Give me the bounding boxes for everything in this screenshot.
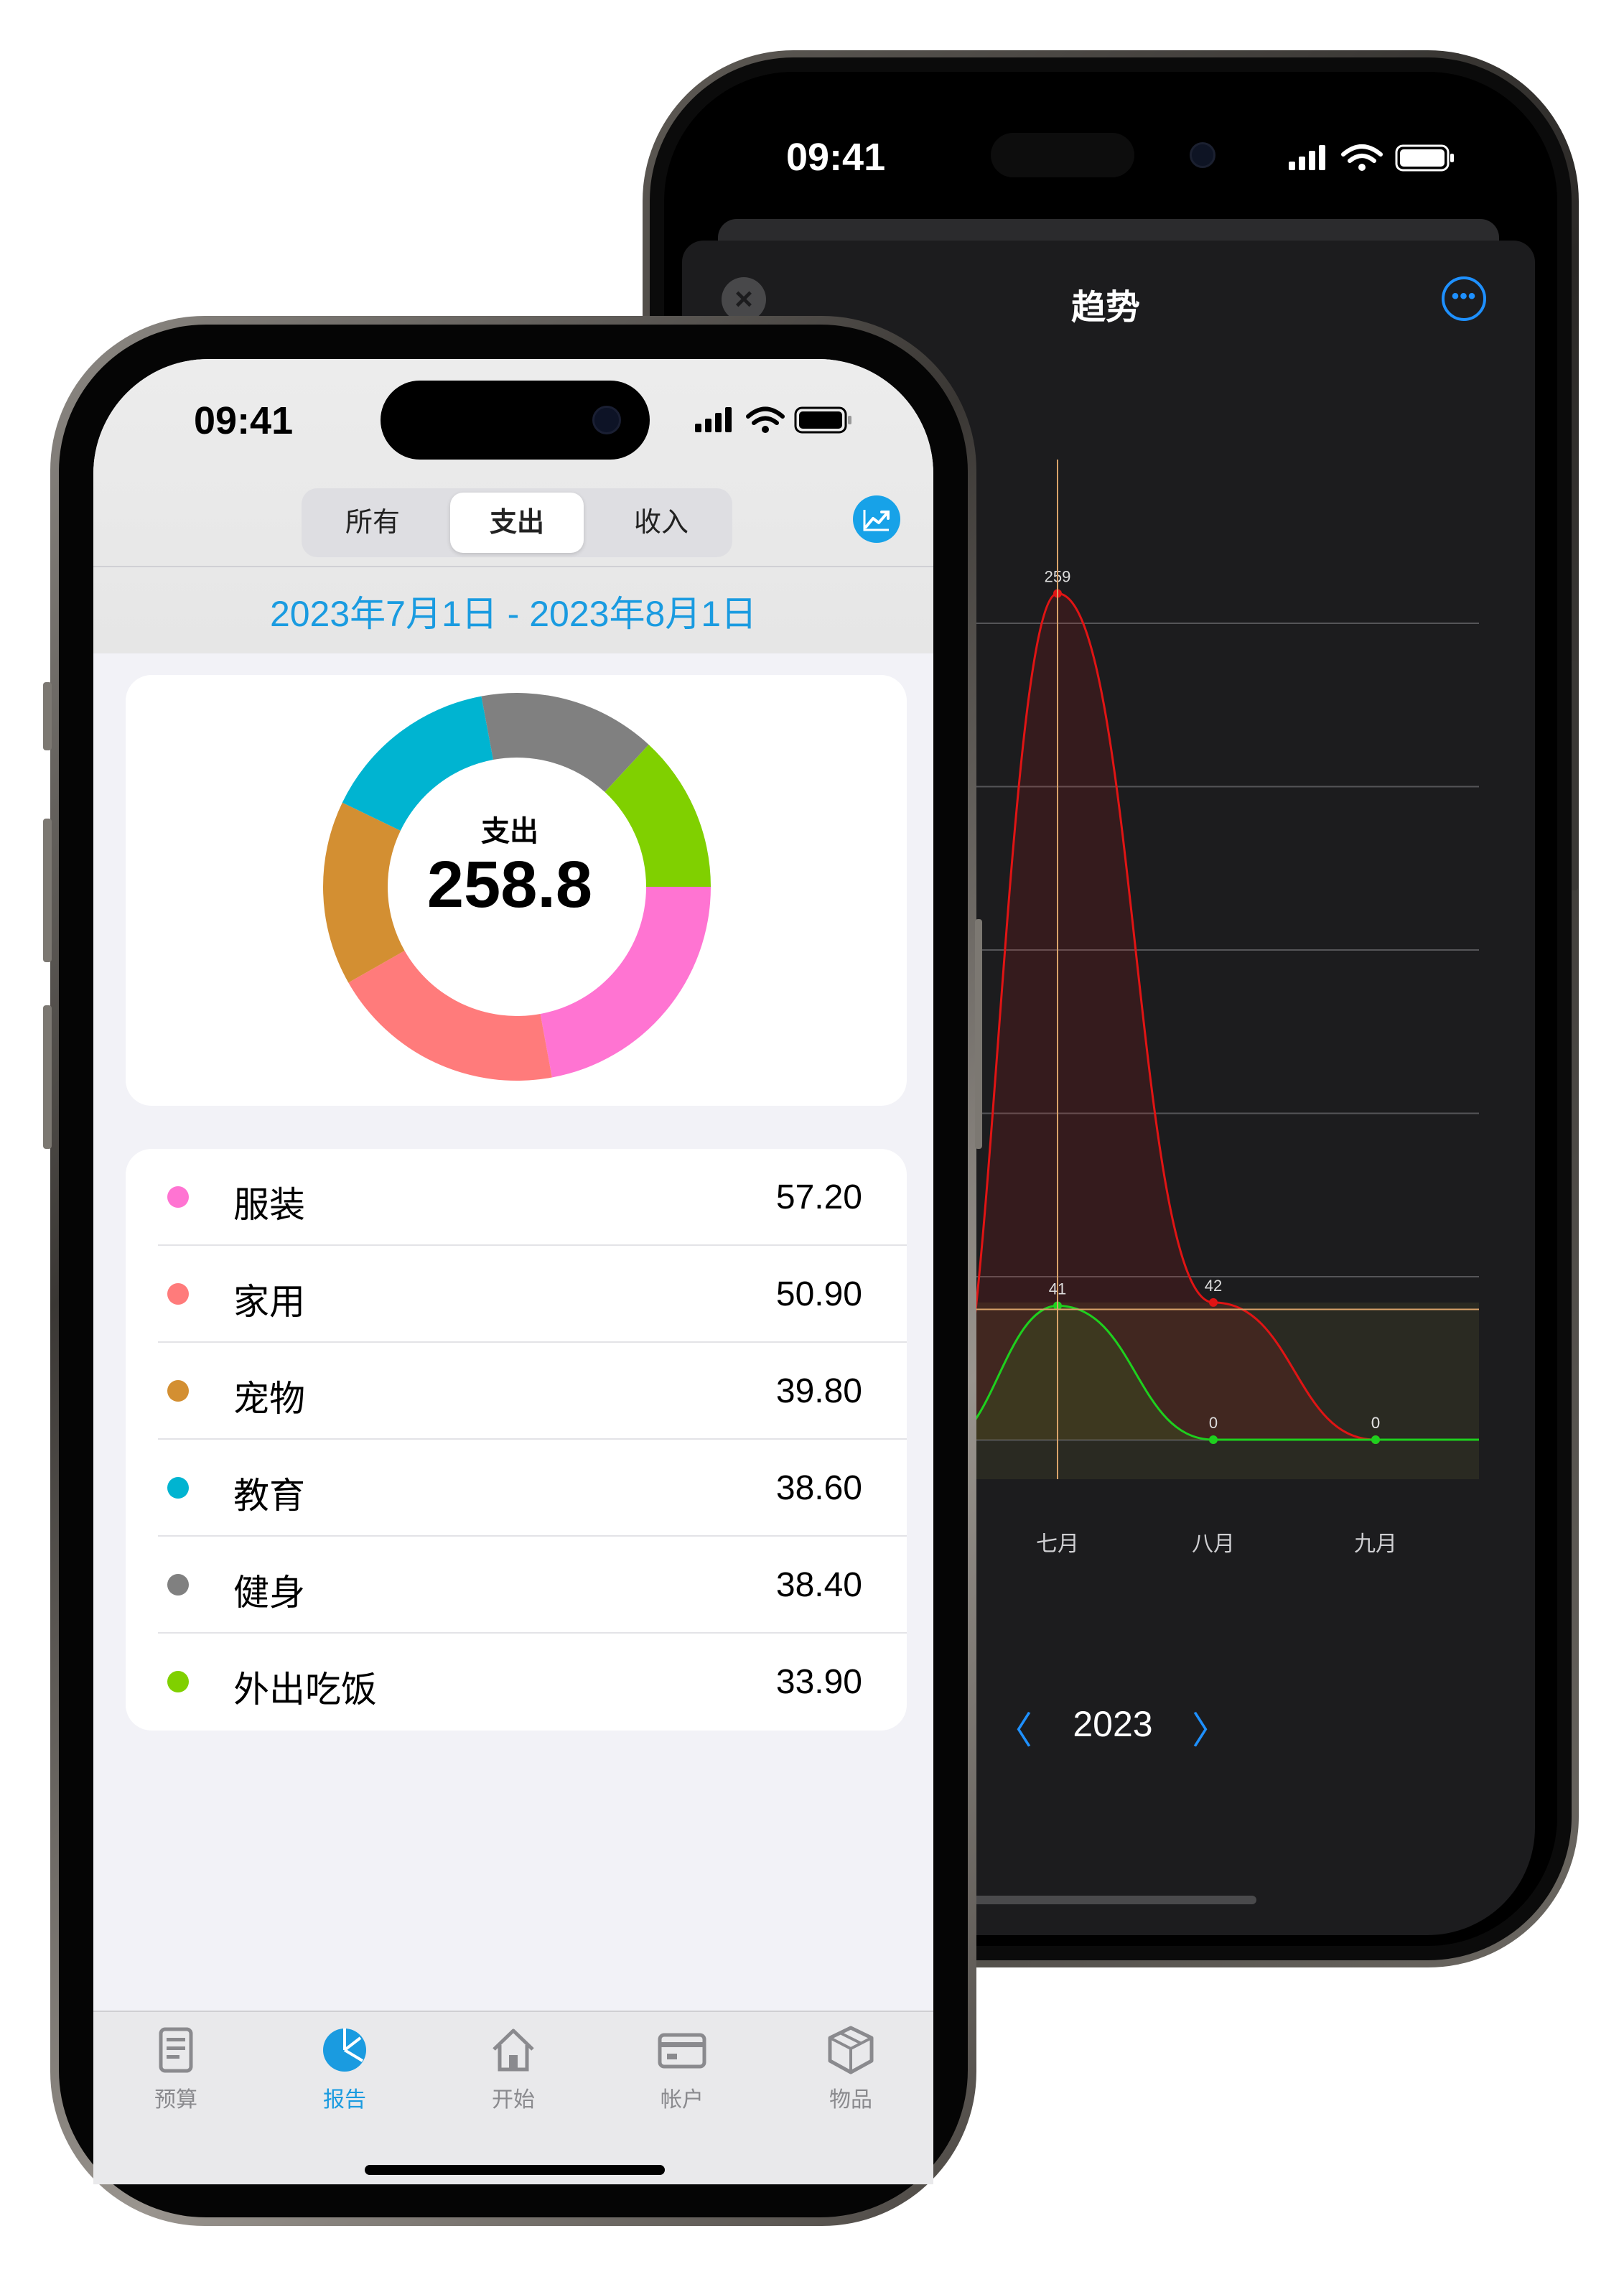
sheet-title: 趋势 — [1070, 289, 1140, 327]
ellipsis-icon: ••• — [1451, 284, 1477, 308]
back-camera — [1190, 142, 1215, 168]
year-label: 2023 — [1073, 1704, 1153, 1744]
category-color-dot — [167, 1380, 189, 1402]
tab-items[interactable]: 物品 — [786, 2025, 915, 2113]
volume-up-button — [43, 819, 52, 962]
action-button — [43, 682, 52, 750]
next-year-button[interactable]: 〉 — [1192, 1700, 1229, 1754]
category-color-dot — [167, 1574, 189, 1596]
tab-budget[interactable]: 预算 — [111, 2025, 241, 2113]
volume-down-button — [43, 1005, 52, 1149]
chevron-right-icon: 〉 — [1192, 1710, 1230, 1752]
category-amount: 39.80 — [775, 1372, 862, 1410]
category-amount: 38.40 — [775, 1566, 862, 1604]
cellular-signal-icon — [695, 407, 732, 432]
segment-income[interactable]: 收入 — [594, 493, 728, 553]
trend-chart-icon — [863, 510, 890, 531]
data-label: 42 — [1205, 1277, 1222, 1295]
card-icon — [658, 2033, 706, 2069]
trend-line-chart: 259420410 0七月 八月 九月 — [976, 460, 1479, 1556]
list-item[interactable]: 宠物 39.80 — [126, 1343, 907, 1440]
list-item[interactable]: 服装 57.20 — [126, 1149, 907, 1246]
category-color-dot — [167, 1477, 189, 1499]
status-time: 09:41 — [194, 399, 294, 442]
data-label: 0 — [1371, 1414, 1380, 1432]
front-camera — [592, 406, 621, 434]
x-tick-label: 九月 — [1354, 1532, 1397, 1556]
tab-home[interactable]: 开始 — [449, 2025, 578, 2113]
donut-center-value: 258.8 — [426, 848, 593, 921]
x-tick-label: 七月 — [1036, 1532, 1079, 1556]
donut-center-label: 支出 — [481, 816, 538, 847]
tab-label: 帐户 — [661, 2088, 704, 2112]
report-pie-icon — [323, 2029, 366, 2072]
wifi-icon — [1341, 144, 1383, 163]
back-home-indicator — [962, 1896, 1256, 1904]
close-button[interactable]: × — [722, 277, 766, 322]
data-label: 0 — [1209, 1414, 1218, 1432]
data-point[interactable] — [1209, 1435, 1218, 1444]
tab-report[interactable]: 报告 — [280, 2025, 409, 2113]
category-amount: 50.90 — [775, 1275, 862, 1313]
back-phone-side-button — [1571, 661, 1578, 890]
tab-label: 预算 — [154, 2088, 197, 2112]
tab-label: 物品 — [829, 2088, 872, 2112]
trend-chart-button[interactable] — [853, 495, 900, 543]
list-item[interactable]: 家用 50.90 — [126, 1246, 907, 1343]
more-options-button[interactable]: ••• — [1442, 276, 1486, 321]
category-color-dot — [167, 1283, 189, 1305]
category-name: 健身 — [233, 1573, 305, 1613]
category-color-dot — [167, 1186, 189, 1208]
list-item[interactable]: 外出吃饭 33.90 — [126, 1634, 907, 1731]
battery-icon — [794, 406, 851, 434]
segment-expense[interactable]: 支出 — [450, 493, 584, 553]
category-amount: 33.90 — [775, 1663, 862, 1701]
category-name: 宠物 — [233, 1379, 305, 1419]
category-color-dot — [167, 1671, 189, 1692]
box-icon — [828, 2026, 874, 2074]
data-point[interactable] — [1209, 1298, 1218, 1307]
category-amount: 57.20 — [775, 1178, 862, 1216]
header-divider — [93, 566, 933, 567]
close-icon: × — [734, 281, 753, 317]
list-item[interactable]: 健身 38.40 — [126, 1537, 907, 1634]
category-list: 服装 57.20 家用 50.90 宠物 39.80 教育 38.60 健身 3… — [126, 1149, 907, 1731]
home-icon — [493, 2029, 534, 2072]
category-name: 教育 — [233, 1476, 305, 1516]
battery-icon — [1395, 144, 1454, 172]
segment-all[interactable]: 所有 — [306, 493, 439, 553]
tab-accounts[interactable]: 帐户 — [617, 2025, 747, 2113]
home-indicator — [365, 2165, 665, 2175]
previous-year-button[interactable]: 〈 — [995, 1700, 1032, 1754]
type-segmented-control: 所有 支出 收入 — [302, 488, 732, 557]
back-status-time: 09:41 — [786, 136, 886, 179]
category-name: 外出吃饭 — [233, 1669, 377, 1710]
category-amount: 38.60 — [775, 1469, 862, 1507]
x-tick-label: 八月 — [1192, 1532, 1235, 1556]
status-icons — [695, 406, 851, 434]
back-dynamic-island — [991, 133, 1134, 177]
list-item[interactable]: 教育 38.60 — [126, 1440, 907, 1537]
budget-icon — [159, 2027, 193, 2073]
date-range-label[interactable]: 2023年7月1日 - 2023年8月1日 — [93, 585, 933, 637]
category-name: 服装 — [233, 1185, 305, 1225]
cellular-signal-icon — [1289, 145, 1325, 170]
chevron-left-icon: 〈 — [995, 1710, 1033, 1752]
category-name: 家用 — [233, 1282, 305, 1322]
data-point[interactable] — [1371, 1435, 1380, 1444]
power-button — [975, 919, 982, 1149]
tab-label: 开始 — [492, 2088, 535, 2112]
wifi-icon — [746, 406, 785, 425]
back-status-icons — [1289, 144, 1454, 172]
tab-label: 报告 — [323, 2088, 366, 2112]
